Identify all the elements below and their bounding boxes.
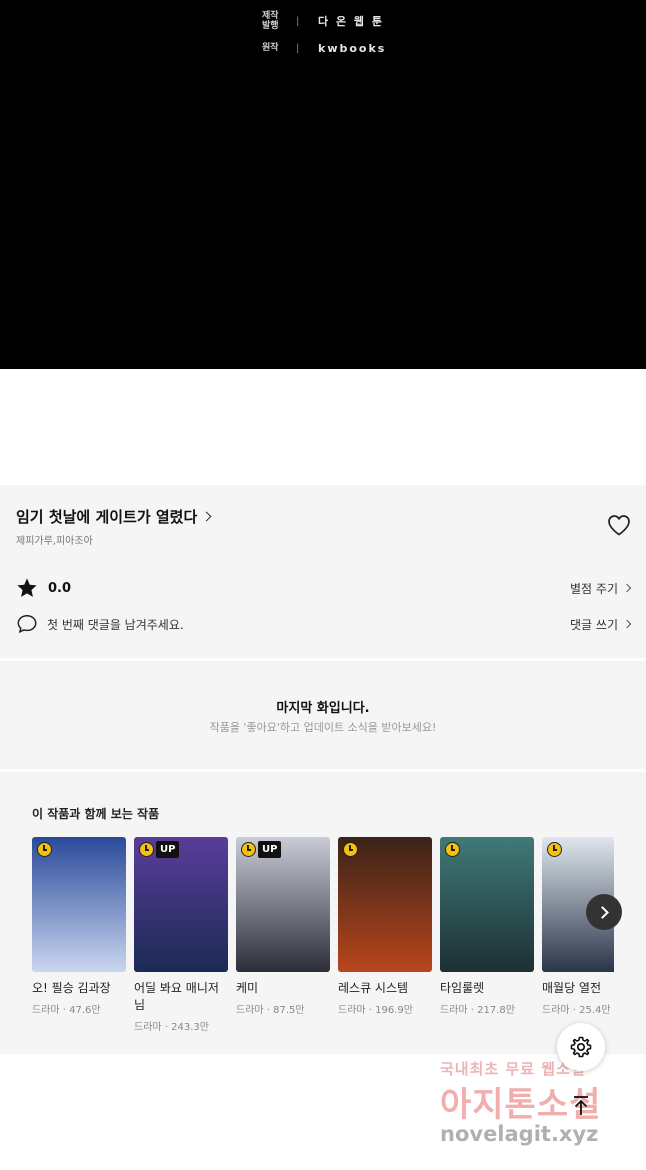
star-icon [17, 578, 37, 597]
clock-icon [139, 842, 154, 857]
write-comment-button[interactable]: 댓글 쓰기 [570, 616, 632, 633]
last-episode-subtitle: 작품을 '좋아요'하고 업데이트 소식을 받아보세요! [209, 721, 437, 734]
chevron-right-icon [201, 511, 212, 522]
gear-icon [570, 1036, 592, 1058]
cover-thumbnail [32, 837, 126, 972]
comment-prompt: 첫 번째 댓글을 남겨주세요. [47, 617, 184, 632]
cover-thumbnail: UP [134, 837, 228, 972]
clock-icon [37, 842, 52, 857]
cover-thumbnail [440, 837, 534, 972]
card-title: 오! 필승 김과장 [32, 981, 111, 995]
rate-button-label: 별점 주기 [570, 581, 618, 596]
chevron-right-icon [622, 619, 632, 629]
watermark-line3: novelagit.xyz [440, 1122, 599, 1146]
clock-icon [445, 842, 460, 857]
credit-key: 제작 발행 [262, 11, 279, 31]
recommendation-card[interactable]: 레스큐 시스템드라마 · 196.9만 [338, 837, 432, 1016]
settings-button[interactable] [557, 1023, 605, 1071]
card-title: 레스큐 시스템 [338, 981, 409, 995]
card-title: 타임룰렛 [440, 981, 485, 995]
arrow-up-icon [574, 1096, 588, 1115]
credit-row-publisher: 제작 발행 | 다 온 웹 툰 [262, 10, 386, 32]
cover-thumbnail: UP [236, 837, 330, 972]
credit-row-original: 원작 | kwbooks [262, 37, 386, 59]
recommendation-card[interactable]: 타임룰렛드라마 · 217.8만 [440, 837, 534, 1016]
recommendation-card[interactable]: UP 케미드라마 · 87.5만 [236, 837, 330, 1016]
clock-icon [241, 842, 256, 857]
comic-panel: 제작 발행 | 다 온 웹 툰 원작 | kwbooks [0, 0, 646, 369]
recommendation-carousel: 오! 필승 김과장드라마 · 47.6만 UP 어딜 봐요 매니저님드라마 · 24… [32, 837, 614, 1047]
series-title: 임기 첫날에 게이트가 열렸다 [16, 508, 198, 526]
card-meta: 드라마 · 47.6만 [32, 1005, 101, 1016]
card-meta: 드라마 · 243.3만 [134, 1022, 209, 1033]
up-badge: UP [156, 841, 180, 858]
cover-thumbnail [338, 837, 432, 972]
series-title-link[interactable]: 임기 첫날에 게이트가 열렸다 [16, 506, 212, 527]
card-meta: 드라마 · 217.8만 [440, 1005, 515, 1016]
card-title: 어딜 봐요 매니저님 [134, 981, 219, 1012]
recommendations-heading: 이 작품과 함께 보는 작품 [32, 807, 160, 821]
recommendation-card[interactable]: 오! 필승 김과장드라마 · 47.6만 [32, 837, 126, 1016]
credit-value: kwbooks [318, 41, 387, 55]
card-meta: 드라마 · 25.4만 [542, 1005, 611, 1016]
watermark-line2: 아지톤소설 [440, 1085, 602, 1125]
clock-icon [343, 842, 358, 857]
authors: 제피가루,피아조아 [16, 536, 93, 547]
scroll-to-top-button[interactable] [557, 1082, 605, 1130]
rating-row: 0.0 별점 주기 [16, 577, 632, 599]
rate-button[interactable]: 별점 주기 [570, 580, 632, 597]
card-title: 케미 [236, 981, 259, 995]
watermark: 국내최초 무료 웹소설 아지톤소설 novelagit.xyz [440, 1058, 640, 1146]
card-title: 매월당 열전 [542, 981, 602, 995]
credit-separator: | [296, 15, 300, 27]
recommendations-section: 이 작품과 함께 보는 작품 오! 필승 김과장드라마 · 47.6만 UP 어딜 … [0, 772, 646, 1054]
credit-separator: | [296, 42, 300, 54]
rating-value: 0.0 [48, 580, 72, 596]
last-episode-title: 마지막 화입니다. [276, 701, 370, 716]
info-section: 임기 첫날에 게이트가 열렸다 제피가루,피아조아 0.0 별점 주기 첫 번째… [0, 485, 646, 658]
credit-key: 원작 [262, 43, 279, 53]
last-episode-notice: 마지막 화입니다. 작품을 '좋아요'하고 업데이트 소식을 받아보세요! [0, 661, 646, 769]
comment-row: 첫 번째 댓글을 남겨주세요. 댓글 쓰기 [16, 613, 632, 635]
heart-icon[interactable] [607, 514, 631, 536]
chevron-right-icon [622, 583, 632, 593]
comment-bubble-icon [17, 615, 37, 634]
write-comment-label: 댓글 쓰기 [570, 617, 618, 632]
carousel-next-button[interactable] [586, 894, 622, 930]
recommendation-card[interactable]: UP 어딜 봐요 매니저님드라마 · 243.3만 [134, 837, 228, 1033]
clock-icon [547, 842, 562, 857]
chevron-right-icon [595, 905, 609, 919]
up-badge: UP [258, 841, 282, 858]
watermark-line1: 국내최초 무료 웹소설 [440, 1060, 586, 1078]
card-meta: 드라마 · 87.5만 [236, 1005, 305, 1016]
card-meta: 드라마 · 196.9만 [338, 1005, 413, 1016]
blank-gap [0, 369, 646, 485]
credit-value: 다 온 웹 툰 [318, 15, 384, 28]
credits: 제작 발행 | 다 온 웹 툰 원작 | kwbooks [262, 10, 386, 64]
